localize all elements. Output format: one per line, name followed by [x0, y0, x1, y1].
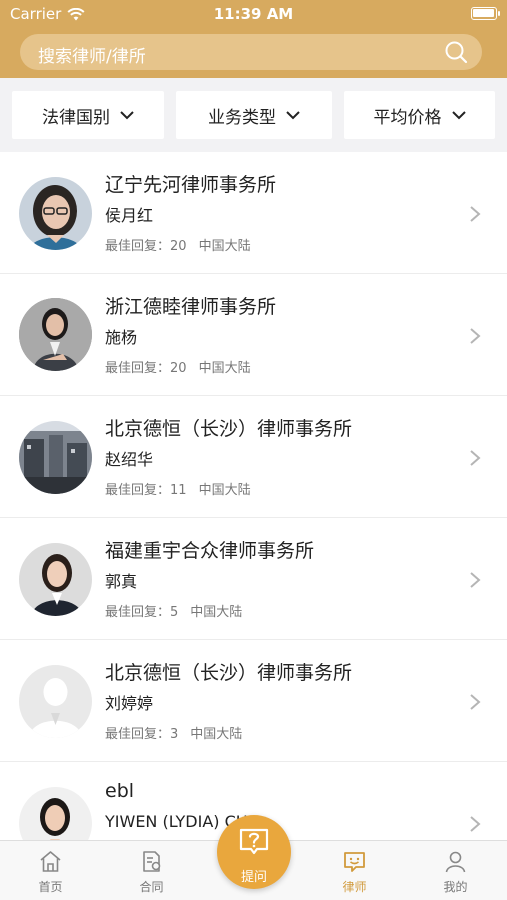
lawyer-meta: 最佳回复：20 中国大陆: [105, 357, 257, 376]
profile-icon: [445, 851, 466, 873]
lawyer-meta: 最佳回复：11 中国大陆: [105, 479, 257, 498]
clock: 11:39 AM: [213, 5, 294, 23]
best-reply-count: 11: [170, 483, 187, 498]
tab-profile[interactable]: 我的: [405, 841, 506, 900]
region: 中国大陆: [198, 483, 251, 498]
search-input[interactable]: 搜索律师/律所: [38, 42, 146, 67]
tab-contract[interactable]: 合同: [101, 841, 202, 900]
filter-label: 法律国别: [42, 107, 110, 128]
chevron-right-icon: [470, 450, 481, 466]
filter-average-price[interactable]: 平均价格: [344, 91, 495, 139]
firm-name: 辽宁先河律师事务所: [105, 174, 277, 196]
battery-level: [473, 9, 494, 17]
best-reply-count: 5: [170, 605, 179, 620]
home-icon: [40, 851, 61, 872]
filter-label: 平均价格: [373, 107, 442, 128]
chevron-down-icon: [286, 111, 300, 120]
lawyer-meta: 最佳回复：20 中国大陆: [105, 235, 257, 254]
avatar: [19, 298, 92, 371]
firm-name: 浙江德睦律师事务所: [105, 296, 277, 318]
chevron-down-icon: [451, 111, 466, 120]
lawyer-meta: 最佳回复：3 中国大陆: [105, 723, 248, 742]
lawyer-name: 施杨: [105, 328, 138, 347]
lawyer-name: 赵绍华: [105, 450, 154, 469]
best-reply-count: 20: [170, 361, 187, 376]
chevron-right-icon: [470, 816, 481, 832]
search-bar[interactable]: 搜索律师/律所: [20, 34, 482, 70]
status-bar: Carrier 11:39 AM: [0, 0, 507, 28]
filter-label: 业务类型: [208, 107, 276, 128]
contract-icon: [143, 851, 161, 872]
battery-icon: [471, 7, 500, 20]
avatar: [19, 177, 92, 250]
best-reply-label: 最佳回复：: [105, 239, 171, 254]
tab-label: 律师: [342, 880, 367, 894]
filter-country[interactable]: 法律国别: [12, 91, 164, 139]
chevron-right-icon: [470, 206, 481, 222]
chevron-down-icon: [120, 111, 134, 120]
firm-name: ebl: [105, 780, 135, 802]
lawyer-meta: 最佳回复：5 中国大陆: [105, 601, 248, 620]
best-reply-count: 3: [170, 727, 179, 742]
list-item[interactable]: 北京德恒（长沙）律师事务所 赵绍华 最佳回复：11 中国大陆: [0, 396, 507, 518]
list-item[interactable]: 北京德恒（长沙）律师事务所 刘婷婷 最佳回复：3 中国大陆: [0, 640, 507, 762]
best-reply-label: 最佳回复：: [105, 727, 171, 742]
firm-name: 北京德恒（长沙）律师事务所: [105, 662, 353, 684]
region: 中国大陆: [190, 727, 243, 742]
region: 中国大陆: [198, 239, 251, 254]
avatar: [19, 421, 92, 494]
region: 中国大陆: [190, 605, 243, 620]
best-reply-label: 最佳回复：: [105, 483, 171, 498]
avatar-placeholder: [19, 665, 92, 738]
lawyer-name: 郭真: [105, 572, 138, 591]
list-item[interactable]: 辽宁先河律师事务所 侯月红 最佳回复：20 中国大陆: [0, 152, 507, 274]
avatar: [19, 787, 92, 840]
ask-label: 提问: [240, 870, 267, 885]
firm-name: 福建重宇合众律师事务所: [105, 540, 315, 562]
ask-question-button[interactable]: 提问: [217, 815, 291, 889]
header: Carrier 11:39 AM 搜索律师/律所: [0, 0, 507, 78]
search-icon[interactable]: [444, 40, 468, 64]
tab-label: 合同: [139, 880, 164, 894]
chevron-right-icon: [470, 694, 481, 710]
firm-name: 北京德恒（长沙）律师事务所: [105, 418, 353, 440]
tab-lawyer[interactable]: 律师: [304, 841, 405, 900]
lawyer-list: 辽宁先河律师事务所 侯月红 最佳回复：20 中国大陆 浙江德睦律师事务所 施杨 最…: [0, 152, 507, 840]
lawyer-name: 刘婷婷: [105, 694, 154, 713]
chevron-right-icon: [470, 572, 481, 588]
tab-label: 我的: [443, 880, 468, 894]
avatar: [19, 543, 92, 616]
best-reply-label: 最佳回复：: [105, 605, 171, 620]
lawyer-name: 侯月红: [105, 206, 154, 225]
list-item[interactable]: 浙江德睦律师事务所 施杨 最佳回复：20 中国大陆: [0, 274, 507, 396]
filter-business-type[interactable]: 业务类型: [176, 91, 332, 139]
tab-label: 首页: [38, 880, 63, 894]
question-icon: [239, 828, 269, 855]
tab-home[interactable]: 首页: [0, 841, 101, 900]
chevron-right-icon: [470, 328, 481, 344]
lawyer-icon: [344, 852, 365, 872]
list-item[interactable]: 福建重宇合众律师事务所 郭真 最佳回复：5 中国大陆: [0, 518, 507, 640]
region: 中国大陆: [198, 361, 251, 376]
best-reply-label: 最佳回复：: [105, 361, 171, 376]
best-reply-count: 20: [170, 239, 187, 254]
filter-bar: 法律国别 业务类型 平均价格: [0, 78, 507, 152]
